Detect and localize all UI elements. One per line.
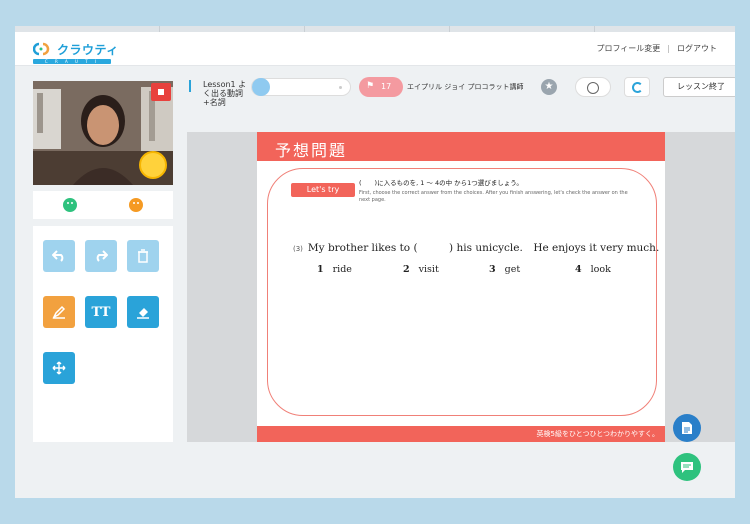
nav-separator: |	[667, 44, 670, 53]
slide-footer: 英検5級をひとつひとつわかりやすく。	[257, 426, 665, 442]
student-avatar	[252, 78, 270, 96]
favorite-star-icon[interactable]: ★	[541, 79, 557, 95]
logout-link[interactable]: ログアウト	[677, 43, 717, 54]
question-number: (3)	[293, 245, 303, 253]
text-icon: TT	[91, 304, 111, 320]
choice-3: 3 get	[489, 264, 521, 275]
app-logo[interactable]: クラウティ	[33, 39, 119, 59]
pen-tool-button[interactable]	[43, 296, 75, 328]
teacher-name: エイプリル ジョイ プロコラット講師	[407, 83, 524, 91]
logo-subtitle: C R A U T I	[33, 59, 111, 64]
refresh-icon	[632, 82, 643, 93]
choice-4: 4 look	[575, 264, 611, 275]
lesson-slide[interactable]: 予想問題 Let's try ( )に入るものを, 1 ～ 4の中 から1つ選び…	[257, 132, 665, 442]
header-nav: プロフィール変更 | ログアウト	[596, 43, 717, 54]
teacher-badge-number: 17	[381, 82, 392, 91]
profile-link[interactable]: プロフィール変更	[596, 43, 660, 54]
slide-header: 予想問題	[257, 132, 665, 161]
reaction-bar	[33, 191, 173, 219]
sad-face-icon[interactable]	[129, 198, 143, 212]
redo-icon	[96, 250, 108, 262]
undo-icon	[52, 250, 64, 262]
eraser-icon	[137, 308, 149, 319]
refresh-button[interactable]	[624, 77, 650, 97]
choice-2: 2 visit	[403, 264, 439, 275]
status-dot	[339, 86, 342, 89]
teacher-badge-icon: ⚑	[366, 81, 375, 91]
instruction-jp: ( )に入るものを, 1 ～ 4の中 から1つ選びましょう。	[359, 179, 523, 187]
slide-footer-text: 英検5級をひとつひとつわかりやすく。	[536, 430, 659, 438]
chat-button[interactable]	[673, 453, 701, 481]
face-icon	[587, 82, 599, 94]
lets-try-label: Let's try	[291, 183, 355, 197]
slide-title: 予想問題	[275, 141, 348, 160]
cloud-logo-icon	[33, 42, 50, 56]
student-selector[interactable]	[251, 78, 351, 96]
document-icon	[682, 422, 692, 434]
redo-button[interactable]	[85, 240, 117, 272]
chat-icon	[681, 462, 693, 473]
eraser-tool-button[interactable]	[127, 296, 159, 328]
header: クラウティ C R A U T I プロフィール変更 | ログアウト	[15, 32, 735, 66]
student-video	[33, 81, 173, 185]
end-lesson-button[interactable]: レッスン終了	[663, 77, 735, 97]
lesson-title: Lesson1 よく出る動詞+名詞	[203, 80, 247, 107]
whiteboard-toolbar: TT	[33, 226, 173, 442]
choice-1: 1 ride	[317, 264, 352, 275]
lesson-indicator	[189, 80, 191, 92]
question-frame	[267, 168, 657, 416]
lesson-control-bar: Lesson1 よく出る動詞+名詞 ⚑ 17 エイプリル ジョイ プロコラット講…	[187, 74, 735, 114]
delete-button[interactable]	[127, 240, 159, 272]
pen-icon	[52, 305, 66, 319]
feedback-face-button[interactable]	[575, 77, 611, 97]
undo-button[interactable]	[43, 240, 75, 272]
stop-camera-button[interactable]	[151, 83, 171, 101]
instruction-en: First, choose the correct answer from th…	[359, 190, 628, 203]
smile-sticker-icon	[139, 151, 167, 179]
app-window: クラウティ C R A U T I プロフィール変更 | ログアウト TT Le…	[15, 26, 735, 498]
text-tool-button[interactable]: TT	[85, 296, 117, 328]
slide-stage: 予想問題 Let's try ( )に入るものを, 1 ～ 4の中 から1つ選び…	[187, 132, 735, 442]
move-icon	[52, 361, 66, 375]
question-text: My brother likes to ( ) his unicycle. He…	[307, 242, 660, 254]
question-line: (3) My brother likes to ( ) his unicycle.…	[293, 240, 659, 255]
trash-icon	[138, 249, 148, 263]
happy-face-icon[interactable]	[63, 198, 77, 212]
teacher-badge: ⚑ 17	[359, 77, 403, 97]
document-button[interactable]	[673, 414, 701, 442]
move-tool-button[interactable]	[43, 352, 75, 384]
logo-text: クラウティ	[57, 42, 119, 57]
